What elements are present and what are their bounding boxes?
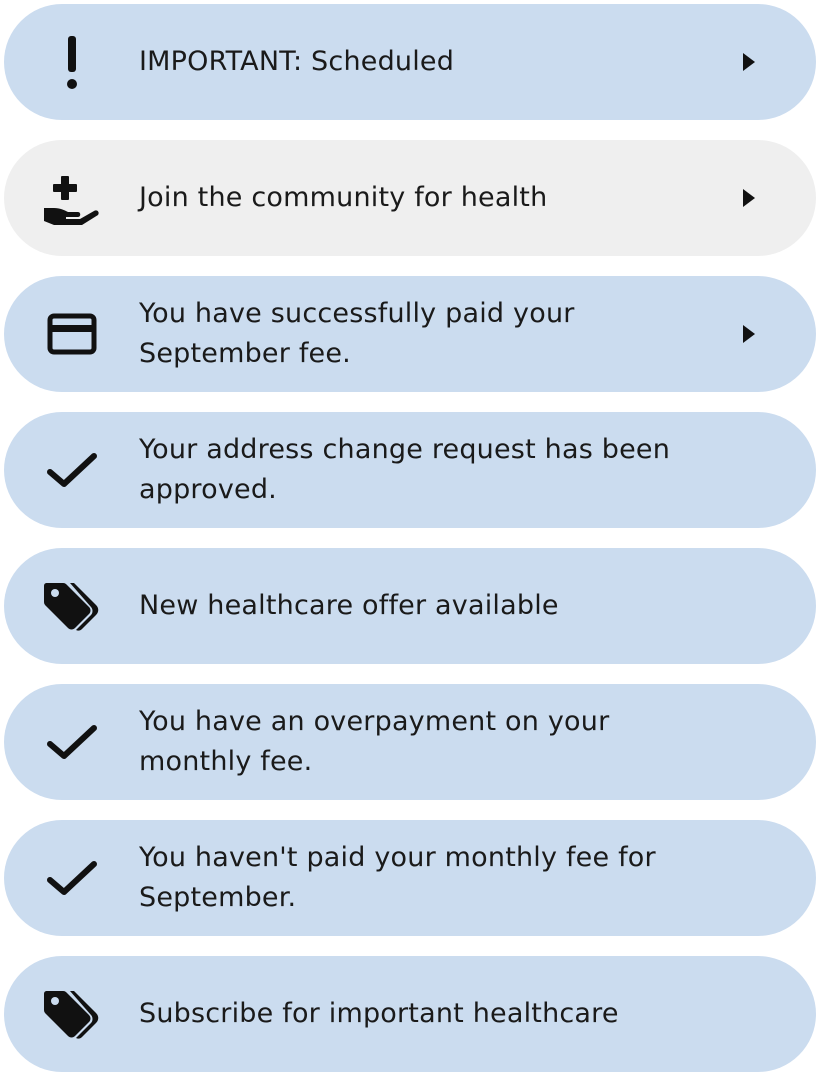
notification-label: Your address change request has been app…: [139, 434, 671, 505]
checkmark-icon: [40, 438, 104, 502]
notification-label: You have an overpayment on your monthly …: [139, 706, 610, 777]
notification-label: You have successfully paid your Septembe…: [139, 298, 575, 369]
tags-icon: [40, 574, 104, 638]
notification-label: Subscribe for important healthcare: [139, 998, 619, 1029]
notification-item-join-community[interactable]: Join the community for health: [4, 140, 816, 256]
notification-item-healthcare-offer[interactable]: New healthcare offer available: [4, 548, 816, 664]
notification-item-subscribe-healthcare[interactable]: Subscribe for important healthcare: [4, 956, 816, 1072]
notification-item-address-approved[interactable]: Your address change request has been app…: [4, 412, 816, 528]
credit-card-icon: [40, 302, 104, 366]
checkmark-icon: [40, 710, 104, 774]
chevron-right-icon: [742, 324, 756, 344]
notification-item-paid-september[interactable]: You have successfully paid your Septembe…: [4, 276, 816, 392]
hand-plus-icon: [40, 166, 104, 230]
notification-item-overpayment[interactable]: You have an overpayment on your monthly …: [4, 684, 816, 800]
chevron-right-icon: [742, 188, 756, 208]
exclamation-icon: [40, 30, 104, 94]
notification-list: IMPORTANT: Scheduled Join the community …: [4, 4, 816, 1092]
notification-label: IMPORTANT: Scheduled: [139, 46, 455, 77]
notification-label: New healthcare offer available: [139, 590, 559, 621]
notification-label: Join the community for health: [139, 182, 548, 213]
notification-item-important-scheduled[interactable]: IMPORTANT: Scheduled: [4, 4, 816, 120]
notification-item-unpaid-september[interactable]: You haven't paid your monthly fee for Se…: [4, 820, 816, 936]
chevron-right-icon: [742, 52, 756, 72]
checkmark-icon: [40, 846, 104, 910]
tags-icon: [40, 982, 104, 1046]
notification-label: You haven't paid your monthly fee for Se…: [139, 842, 656, 913]
